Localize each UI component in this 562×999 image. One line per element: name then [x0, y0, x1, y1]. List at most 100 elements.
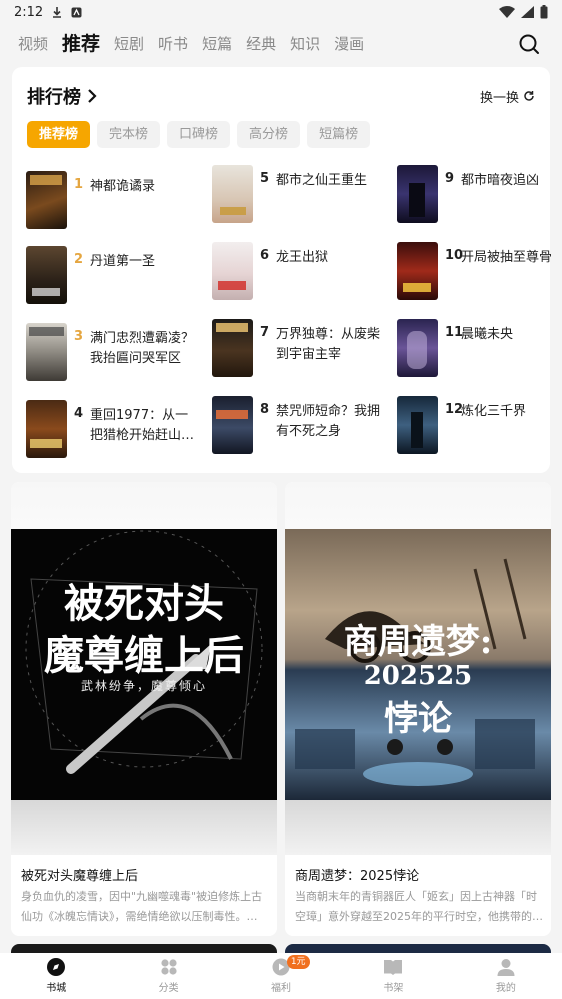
rank-number: 3 — [74, 329, 84, 344]
nav-book-city[interactable]: 书城 — [0, 953, 112, 999]
book-cover — [212, 319, 253, 377]
book-title: 重回1977：从一把猎枪开始赶山… — [90, 408, 195, 443]
download-icon — [53, 7, 62, 18]
tab-classic[interactable]: 经典 — [246, 24, 276, 64]
book-cover — [397, 319, 438, 377]
ranking-item[interactable]: 12 炼化三千界 — [397, 396, 562, 460]
book-title: 炼化三千界 — [461, 404, 527, 419]
book-title: 神都诡谲录 — [90, 179, 156, 194]
chip-reputation[interactable]: 口碑榜 — [167, 121, 231, 148]
rank-number: 9 — [445, 171, 455, 186]
rank-number: 6 — [260, 248, 270, 263]
book-cover — [397, 165, 438, 223]
status-bar: 2:12 — [0, 0, 562, 24]
cover-title-line3: 悖论 — [384, 699, 452, 739]
rank-number: 8 — [260, 402, 270, 417]
ranking-item[interactable]: 2 丹道第一圣 — [26, 246, 201, 310]
rank-number: 7 — [260, 325, 270, 340]
cover-subtitle: 武林纷争，魔尊倾心 — [80, 679, 207, 693]
book-cover — [212, 396, 253, 454]
ranking-card: 排行榜 换一换 推荐榜 完本榜 口碑榜 高分榜 短篇榜 1 神都诡谲录 2 丹道… — [12, 67, 552, 473]
ranking-title-link[interactable]: 排行榜 — [27, 83, 97, 109]
status-time: 2:12 — [14, 4, 44, 20]
rank-number: 5 — [260, 171, 270, 186]
rank-number: 4 — [74, 406, 84, 421]
ranking-grid: 1 神都诡谲录 2 丹道第一圣 3 满门忠烈遭霸凌？我抬匾问哭军区 4 重回19… — [26, 161, 552, 464]
cover-title-line1: 被死对头 — [64, 580, 224, 627]
profile-icon — [497, 959, 515, 976]
book-title: 万界独尊：从废柴到宇宙主宰 — [276, 327, 381, 362]
book-city-icon — [47, 958, 66, 976]
feed-card[interactable]: 被死对头 魔尊缠上后 武林纷争，魔尊倾心 被死对头魔尊缠上后 身负血仇的凌雪，因… — [11, 482, 277, 936]
book-cover — [26, 171, 67, 229]
nav-bookshelf[interactable]: 书架 — [337, 953, 449, 999]
book-title: 晨曦未央 — [461, 327, 514, 342]
book-cover — [26, 323, 67, 381]
cover-title-line2: 202525 — [363, 661, 473, 691]
book-cover — [397, 242, 438, 300]
wifi-icon — [499, 6, 515, 18]
nav-category[interactable]: 分类 — [112, 953, 224, 999]
book-cover — [212, 242, 253, 300]
tab-knowledge[interactable]: 知识 — [290, 24, 320, 64]
battery-icon — [540, 5, 548, 19]
ranking-item[interactable]: 3 满门忠烈遭霸凌？我抬匾问哭军区 — [26, 323, 201, 387]
welfare-badge: 1元 — [286, 955, 310, 969]
refresh-button[interactable]: 换一换 — [480, 87, 535, 106]
book-title: 禁咒师短命？我拥有不死之身 — [276, 404, 381, 439]
search-icon[interactable] — [518, 33, 540, 55]
feed-description: 身负血仇的凌雪，因中"九幽噬魂毒"被迫修炼上古仙功《冰魄忘情诀》，需绝情绝欲以压… — [21, 890, 263, 923]
tab-comic[interactable]: 漫画 — [334, 24, 364, 64]
ranking-item[interactable]: 10 开局被抽至尊骨 — [397, 242, 562, 306]
ranking-chips: 推荐榜 完本榜 口碑榜 高分榜 短篇榜 — [27, 121, 371, 148]
chip-recommend[interactable]: 推荐榜 — [27, 121, 91, 148]
bookshelf-icon — [384, 960, 403, 975]
category-icon — [161, 959, 177, 975]
ranking-item[interactable]: 7 万界独尊：从废柴到宇宙主宰 — [212, 319, 387, 383]
rank-number: 10 — [445, 248, 464, 263]
tab-short-story[interactable]: 短篇 — [202, 24, 232, 64]
feed-title: 商周遗梦：2025悖论 — [295, 869, 420, 884]
app-notification-icon — [71, 7, 82, 17]
top-category-tabs: 视频 推荐 短剧 听书 短篇 经典 知识 漫画 — [0, 24, 562, 64]
chip-high-score[interactable]: 高分榜 — [237, 121, 301, 148]
ranking-item[interactable]: 9 都市暗夜追凶 — [397, 165, 562, 229]
feed-cover-image: 商周遗梦: 202525 悖论 — [285, 529, 551, 800]
ranking-item[interactable]: 8 禁咒师短命？我拥有不死之身 — [212, 396, 387, 460]
ranking-item[interactable]: 5 都市之仙王重生 — [212, 165, 387, 229]
book-title: 都市之仙王重生 — [276, 173, 368, 188]
nav-label: 书城 — [46, 983, 67, 994]
rank-number: 2 — [74, 252, 84, 267]
feed-cover-image: 被死对头 魔尊缠上后 武林纷争，魔尊倾心 — [11, 529, 277, 800]
refresh-icon — [524, 91, 534, 101]
nav-label: 分类 — [158, 983, 179, 994]
book-title: 龙王出狱 — [276, 250, 329, 265]
nav-profile[interactable]: 我的 — [450, 953, 562, 999]
nav-label: 我的 — [495, 983, 516, 994]
ranking-item[interactable]: 11 晨曦未央 — [397, 319, 562, 383]
cover-title-line1: 商周遗梦: — [343, 622, 493, 662]
nav-welfare[interactable]: 福利 1元 — [225, 953, 337, 999]
tab-video[interactable]: 视频 — [18, 24, 48, 64]
cover-title-line2: 魔尊缠上后 — [44, 632, 244, 679]
feed-card[interactable]: 商周遗梦: 202525 悖论 商周遗梦：2025悖论 当商朝末年的青铜器匠人「… — [285, 482, 551, 936]
tab-short-drama[interactable]: 短剧 — [114, 24, 144, 64]
book-cover — [26, 400, 67, 458]
nav-label: 福利 — [271, 983, 292, 994]
ranking-item[interactable]: 1 神都诡谲录 — [26, 171, 201, 235]
chip-short[interactable]: 短篇榜 — [307, 121, 371, 148]
refresh-label: 换一换 — [479, 90, 519, 106]
book-title: 丹道第一圣 — [90, 254, 156, 269]
feed-title: 被死对头魔尊缠上后 — [21, 869, 139, 884]
book-cover — [212, 165, 253, 223]
ranking-item[interactable]: 4 重回1977：从一把猎枪开始赶山… — [26, 400, 201, 464]
ranking-item[interactable]: 6 龙王出狱 — [212, 242, 387, 306]
tab-audiobook[interactable]: 听书 — [158, 24, 188, 64]
book-cover — [26, 246, 67, 304]
chevron-right-icon — [88, 89, 97, 103]
book-title: 开局被抽至尊骨 — [461, 250, 553, 265]
ranking-title: 排行榜 — [27, 87, 81, 108]
tab-recommend[interactable]: 推荐 — [62, 24, 100, 64]
rank-number: 12 — [445, 402, 464, 417]
chip-completed[interactable]: 完本榜 — [97, 121, 161, 148]
